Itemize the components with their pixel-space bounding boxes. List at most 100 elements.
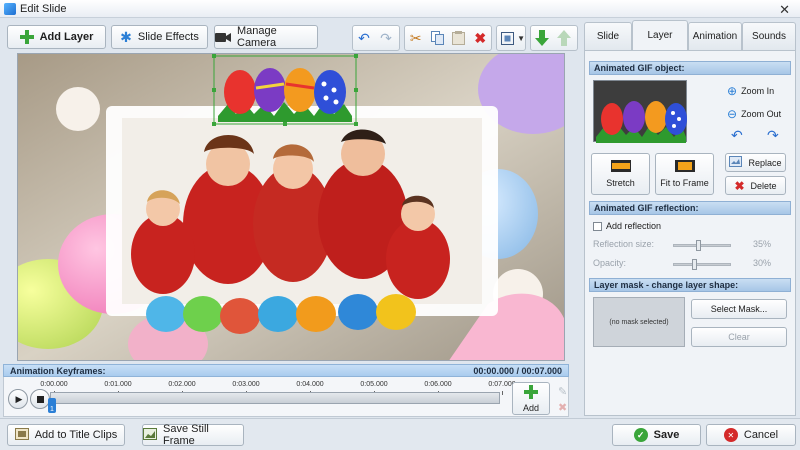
keyframe-marker-label: 1 bbox=[50, 406, 54, 413]
zoom-in-button[interactable]: ⊕ Zoom In bbox=[727, 84, 774, 98]
keyframes-header: Animation Keyframes: 00:00.000 / 00:07.0… bbox=[3, 364, 569, 377]
stop-button[interactable] bbox=[30, 389, 50, 409]
reflection-size-slider[interactable] bbox=[673, 240, 731, 251]
play-button[interactable]: ▶ bbox=[8, 389, 28, 409]
plus-icon bbox=[19, 30, 34, 44]
window-title: Edit Slide bbox=[20, 2, 67, 15]
slide-effects-button[interactable]: ✱ Slide Effects bbox=[111, 25, 208, 49]
tick-label: 0:04.000 bbox=[296, 381, 324, 388]
zoom-in-icon: ⊕ bbox=[727, 84, 738, 98]
move-up-icon[interactable] bbox=[553, 27, 575, 49]
tab-slide-label: Slide bbox=[596, 31, 620, 42]
tick-label: 0:06.000 bbox=[424, 381, 452, 388]
delete-icon: ✖ bbox=[734, 178, 745, 193]
close-icon[interactable]: ✕ bbox=[779, 2, 790, 18]
title-bar: Edit Slide ✕ bbox=[0, 0, 800, 18]
tick-label: 0:05.000 bbox=[360, 381, 388, 388]
save-still-frame-button[interactable]: Save Still Frame bbox=[142, 423, 244, 447]
layer-mask-header: Layer mask - change layer shape: bbox=[589, 278, 791, 292]
copy-icon[interactable] bbox=[427, 27, 449, 49]
tab-slide[interactable]: Slide bbox=[584, 22, 632, 50]
reflection-size-label: Reflection size: bbox=[593, 239, 655, 249]
undo-icon[interactable]: ↶ bbox=[353, 27, 375, 49]
tab-layer[interactable]: Layer bbox=[632, 20, 688, 50]
tick-label: 0:03.000 bbox=[232, 381, 260, 388]
cancel-icon: ✕ bbox=[723, 428, 738, 442]
delete-button[interactable]: ✖ Delete bbox=[725, 176, 786, 195]
add-keyframe-label: Add bbox=[522, 402, 539, 413]
title-clips-icon bbox=[14, 427, 29, 443]
add-to-title-clips-label: Add to Title Clips bbox=[34, 429, 118, 441]
select-mask-button[interactable]: Select Mask... bbox=[691, 299, 787, 319]
tab-animation[interactable]: Animation bbox=[688, 22, 742, 50]
remove-keyframe-icon[interactable]: ✖ bbox=[558, 401, 567, 414]
slide-canvas bbox=[18, 54, 564, 360]
no-mask-label: (no mask selected) bbox=[609, 318, 669, 326]
paste-icon[interactable] bbox=[448, 27, 470, 49]
tick-label: 0:00.000 bbox=[40, 381, 68, 388]
add-layer-label: Add Layer bbox=[39, 31, 94, 43]
manage-camera-button[interactable]: Manage Camera bbox=[214, 25, 318, 49]
align-group: ▼ bbox=[496, 25, 526, 51]
slide-preview[interactable] bbox=[17, 53, 565, 361]
opacity-label: Opacity: bbox=[593, 258, 627, 268]
add-keyframe-button[interactable]: Add bbox=[512, 382, 550, 415]
stretch-label: Stretch bbox=[606, 178, 635, 188]
slide-effects-label: Slide Effects bbox=[137, 31, 199, 43]
tab-sounds[interactable]: Sounds bbox=[742, 22, 796, 50]
cancel-button[interactable]: ✕ Cancel bbox=[706, 424, 796, 446]
replace-button[interactable]: Replace bbox=[725, 153, 786, 172]
add-layer-button[interactable]: Add Layer bbox=[7, 25, 106, 49]
cancel-label: Cancel bbox=[743, 429, 779, 441]
layer-order-group bbox=[530, 25, 578, 51]
app-icon bbox=[4, 2, 16, 15]
tick-label: 0:01.000 bbox=[104, 381, 132, 388]
clear-mask-button[interactable]: Clear bbox=[691, 327, 787, 347]
checkmark-icon: ✓ bbox=[633, 428, 648, 442]
fit-to-frame-button[interactable]: Fit to Frame bbox=[655, 153, 714, 195]
zoom-out-button[interactable]: ⊖ Zoom Out bbox=[727, 107, 781, 121]
zoom-out-label: Zoom Out bbox=[741, 109, 782, 119]
save-button[interactable]: ✓ Save bbox=[612, 424, 701, 446]
slider-thumb[interactable] bbox=[696, 240, 701, 251]
tick-label: 0:02.000 bbox=[168, 381, 196, 388]
chevron-down-icon[interactable]: ▼ bbox=[517, 34, 525, 43]
slider-thumb[interactable] bbox=[692, 259, 697, 270]
rotate-left-icon[interactable]: ↶ bbox=[731, 127, 743, 144]
mask-preview: (no mask selected) bbox=[593, 297, 685, 347]
add-reflection-checkbox[interactable]: Add reflection bbox=[593, 221, 661, 231]
gif-object-header: Animated GIF object: bbox=[589, 61, 791, 75]
sparkle-icon: ✱ bbox=[120, 28, 132, 45]
tab-animation-label: Animation bbox=[692, 31, 738, 42]
tab-layer-label: Layer bbox=[647, 30, 673, 41]
delete-icon[interactable]: ✖ bbox=[470, 27, 492, 49]
move-down-icon[interactable] bbox=[531, 27, 553, 49]
select-mask-label: Select Mask... bbox=[710, 304, 768, 314]
edit-keyframe-icon[interactable]: ✎ bbox=[558, 385, 567, 398]
fit-to-frame-icon bbox=[674, 160, 695, 175]
plus-icon bbox=[524, 384, 538, 402]
add-reflection-label: Add reflection bbox=[606, 221, 662, 231]
keyframe-track[interactable] bbox=[50, 392, 500, 404]
zoom-in-label: Zoom In bbox=[741, 86, 775, 96]
cut-icon[interactable]: ✂ bbox=[405, 27, 427, 49]
replace-icon bbox=[729, 156, 743, 169]
checkbox-icon bbox=[593, 221, 602, 231]
replace-label: Replace bbox=[748, 157, 782, 168]
opacity-slider[interactable] bbox=[673, 259, 731, 270]
fit-to-frame-label: Fit to Frame bbox=[660, 178, 709, 188]
opacity-value[interactable]: 30% bbox=[753, 258, 771, 268]
align-icon[interactable] bbox=[497, 27, 517, 49]
clear-label: Clear bbox=[728, 332, 750, 342]
reflection-size-value[interactable]: 35% bbox=[753, 239, 771, 249]
layer-panel: Animated GIF object: ⊕ Zoom In ⊖ Zoom Ou… bbox=[584, 50, 796, 416]
still-frame-icon bbox=[143, 427, 157, 443]
save-label: Save bbox=[653, 429, 680, 441]
redo-icon[interactable]: ↷ bbox=[375, 27, 397, 49]
add-to-title-clips-button[interactable]: Add to Title Clips bbox=[7, 424, 125, 446]
save-still-frame-label: Save Still Frame bbox=[163, 423, 209, 447]
keyframe-marker[interactable]: 1 bbox=[48, 398, 56, 413]
rotate-right-icon[interactable]: ↷ bbox=[767, 127, 779, 144]
stretch-button[interactable]: Stretch bbox=[591, 153, 650, 195]
play-icon: ▶ bbox=[15, 393, 23, 404]
